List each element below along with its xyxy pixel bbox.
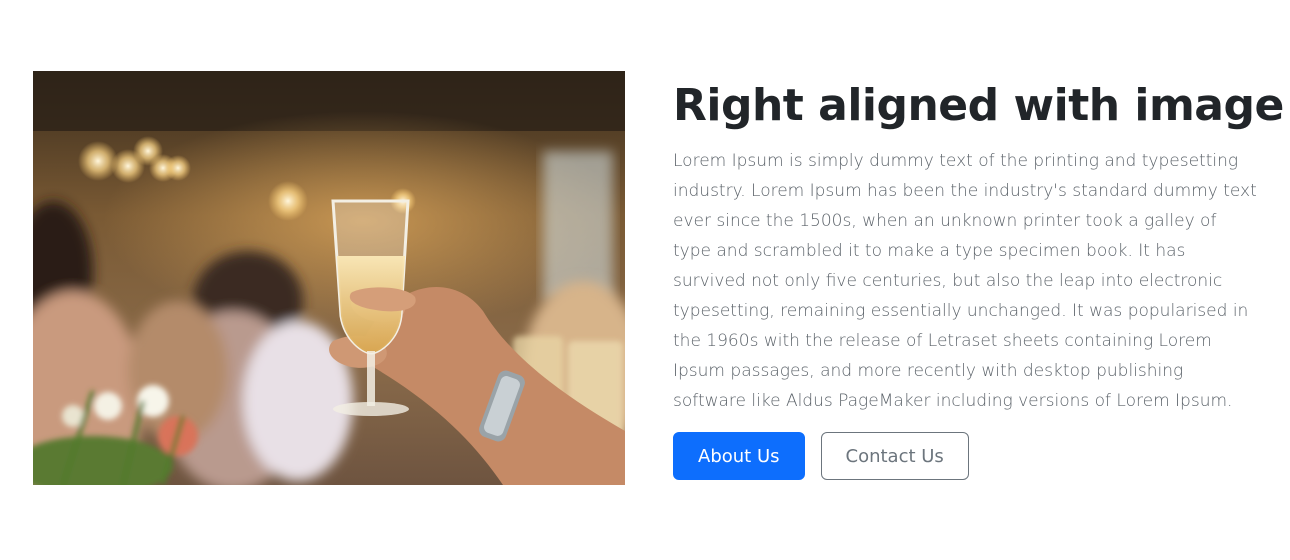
about-us-button[interactable]: About Us	[673, 432, 805, 480]
hero-actions: About Us Contact Us	[673, 432, 1263, 480]
page-title: Right aligned with image	[673, 80, 1284, 131]
hero-description: Lorem Ipsum is simply dummy text of the …	[673, 151, 1257, 411]
contact-us-button[interactable]: Contact Us	[820, 432, 969, 480]
hero-image	[33, 71, 625, 485]
hero-section: Right aligned with image Lorem Ipsum is …	[0, 0, 1290, 560]
hero-content: Right aligned with image Lorem Ipsum is …	[673, 78, 1284, 480]
champagne-toast-photo	[33, 71, 625, 485]
